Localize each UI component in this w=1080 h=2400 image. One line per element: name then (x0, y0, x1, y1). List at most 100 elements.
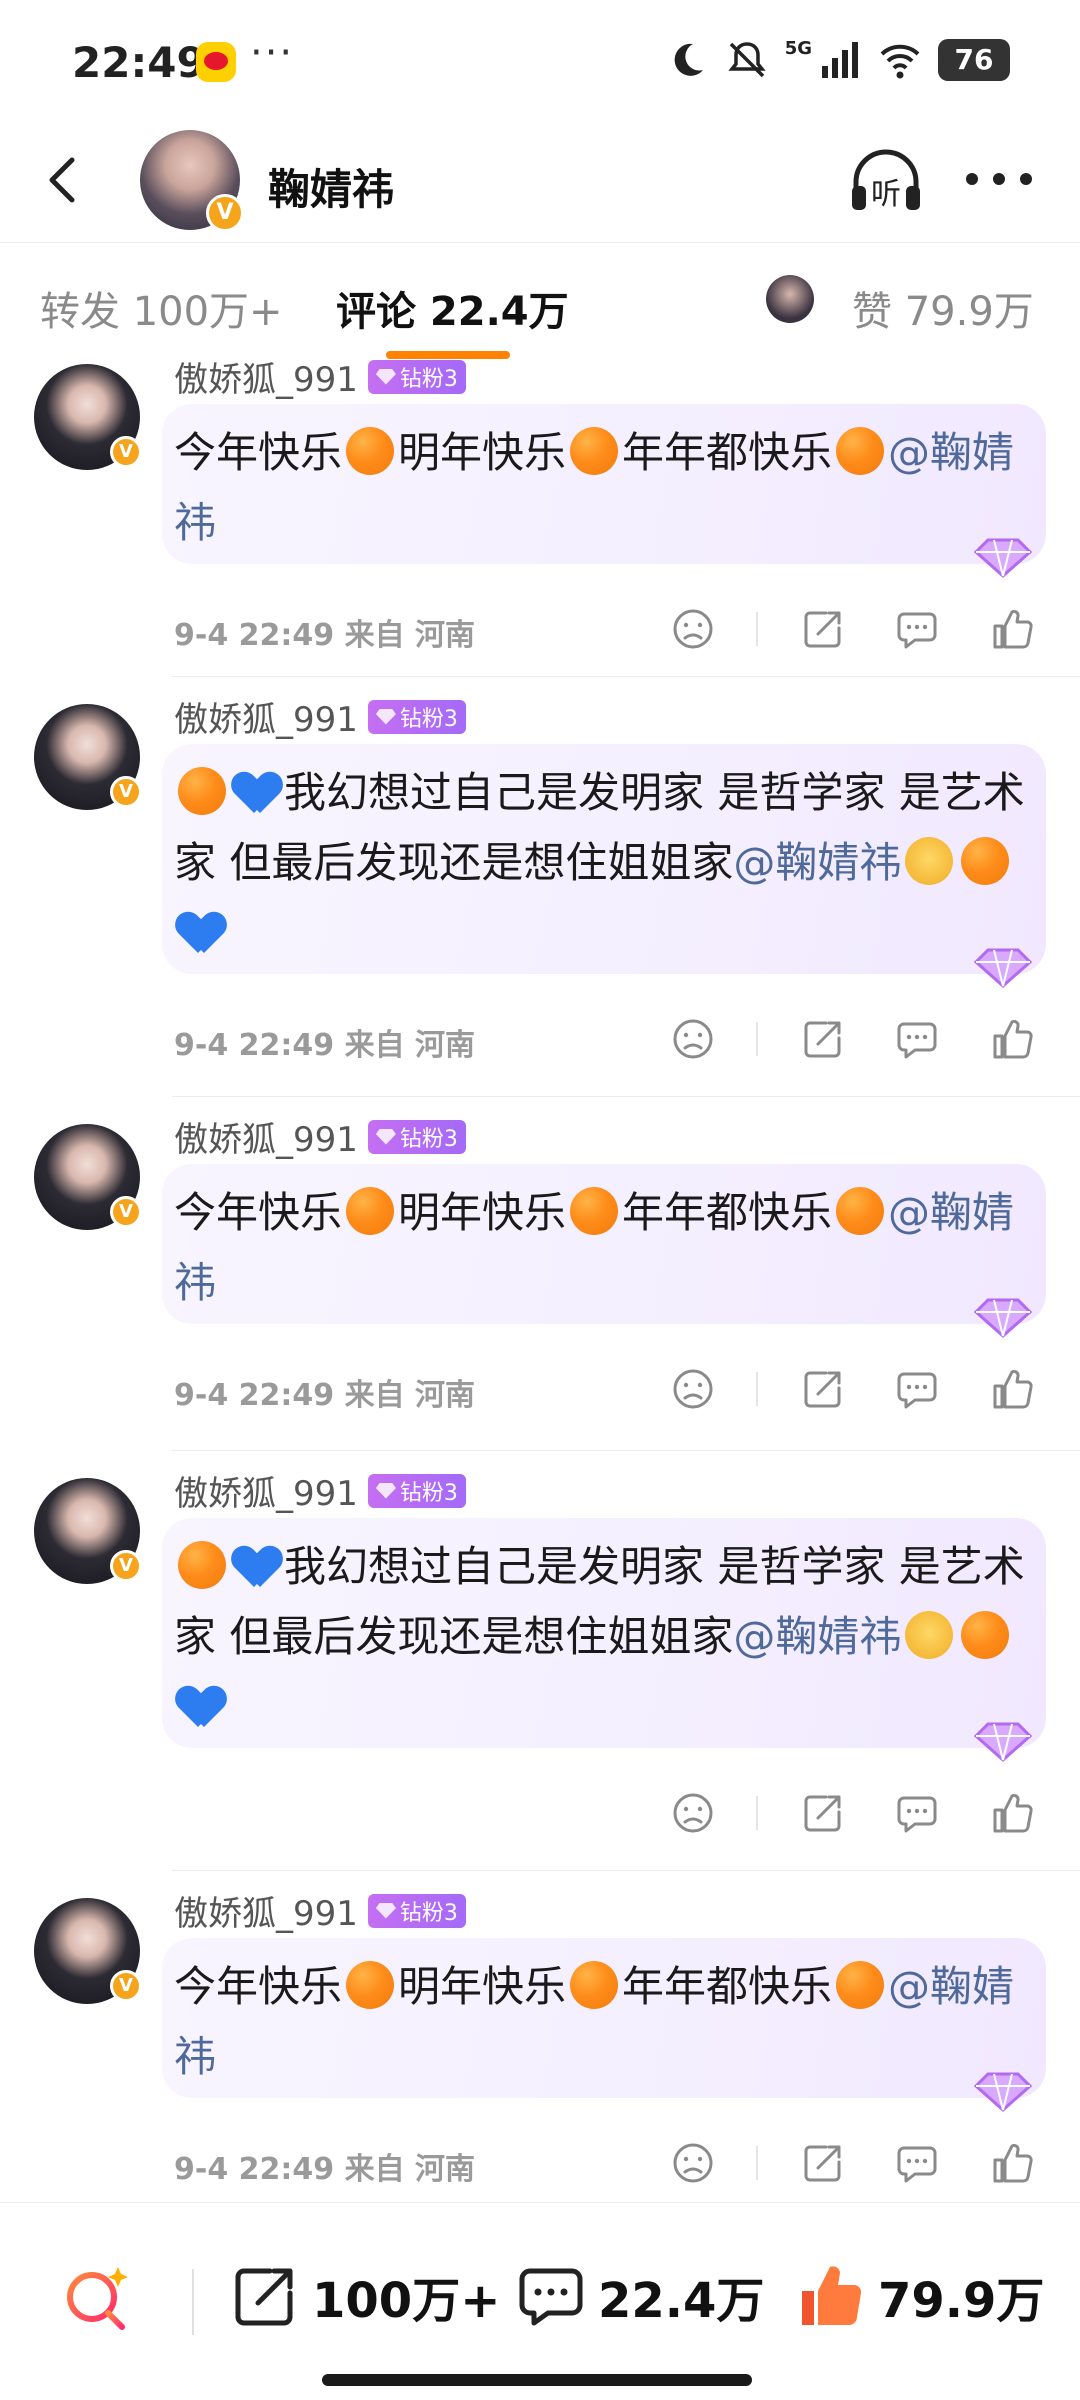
comment-meta: 9-4 22:49 来自 河南 (174, 618, 476, 653)
reply-icon[interactable] (894, 1016, 940, 1062)
comment-actions (668, 1790, 1048, 1840)
fan-badge: 钻粉3 (367, 699, 466, 734)
like-icon[interactable] (990, 2140, 1036, 2186)
comment-actions (668, 1016, 1048, 1066)
like-button[interactable]: 79.9万 (796, 2261, 1044, 2331)
fan-badge: 钻粉3 (367, 1119, 466, 1154)
fan-badge: 钻粉3 (367, 1473, 466, 1508)
tab-like[interactable]: 赞 79.9万 (852, 279, 1034, 337)
avatar[interactable]: V (34, 1478, 142, 1584)
back-icon[interactable] (34, 150, 94, 210)
comment-user[interactable]: 傲娇狐_991 钻粉3 (174, 352, 466, 401)
comment-text: 年年都快乐 (622, 1962, 833, 2011)
tab-bar: 转发 100万+ 评论 22.4万 赞 79.9万 (0, 242, 1080, 364)
comment-bubble: 今年快乐 明年快乐 年年都快乐 @鞠婧祎 (162, 1938, 1046, 2112)
share-icon[interactable] (800, 2140, 846, 2186)
mention-link[interactable]: @鞠婧祎 (733, 1612, 901, 1661)
status-more: ··· (250, 30, 295, 76)
comment-user[interactable]: 傲娇狐_991 钻粉3 (174, 1112, 466, 1161)
repost-icon (235, 2268, 293, 2326)
verified-icon: V (110, 1196, 142, 1228)
like-avatar (766, 275, 814, 323)
dislike-icon[interactable] (670, 1366, 716, 1412)
post-header: V 鞠婧祎 听 (0, 120, 1080, 242)
avatar[interactable]: V (34, 364, 142, 470)
comment-actions (668, 1366, 1048, 1416)
share-icon[interactable] (800, 1790, 846, 1836)
like-count: 79.9万 (878, 2273, 1045, 2329)
comment-text: 年年都快乐 (622, 1188, 833, 1237)
username[interactable]: 傲娇狐_991 (174, 352, 358, 401)
comment-actions (668, 606, 1048, 656)
reply-icon[interactable] (894, 606, 940, 652)
orange-emoji-icon (570, 1187, 619, 1235)
reply-icon[interactable] (894, 1366, 940, 1412)
share-icon[interactable] (800, 1366, 846, 1412)
more-icon[interactable] (964, 164, 1034, 194)
pleading-face-emoji-icon (905, 1611, 954, 1659)
fan-badge-label: 钻粉3 (399, 706, 458, 732)
share-icon[interactable] (800, 1016, 846, 1062)
diamond-decoration-icon (974, 538, 1032, 578)
reply-icon[interactable] (894, 1790, 940, 1836)
avatar[interactable]: V (34, 1898, 142, 2004)
comment-user[interactable]: 傲娇狐_991 钻粉3 (174, 692, 466, 741)
username[interactable]: 傲娇狐_991 (174, 1886, 358, 1935)
fan-badge-label: 钻粉3 (399, 1126, 458, 1152)
action-divider (756, 1022, 758, 1056)
reply-icon[interactable] (894, 2140, 940, 2186)
comment-bubble: 我幻想过自己是发明家 是哲学家 是艺术家 但最后发现还是想住姐姐家@鞠婧祎 (162, 744, 1046, 988)
comment-divider (172, 1870, 1080, 1871)
dislike-icon[interactable] (670, 2140, 716, 2186)
comment-user[interactable]: 傲娇狐_991 钻粉3 (174, 1466, 466, 1515)
like-icon[interactable] (990, 1016, 1036, 1062)
pleading-face-emoji-icon (905, 837, 954, 885)
comment-divider (172, 1096, 1080, 1097)
avatar[interactable]: V (140, 130, 244, 232)
comment-icon (519, 2268, 583, 2326)
like-icon[interactable] (990, 1790, 1036, 1836)
username[interactable]: 傲娇狐_991 (174, 692, 358, 741)
comment-user[interactable]: 傲娇狐_991 钻粉3 (174, 1886, 466, 1935)
comment-bubble: 今年快乐 明年快乐 年年都快乐 @鞠婧祎 (162, 404, 1046, 578)
comment-button[interactable]: 22.4万 (516, 2261, 764, 2331)
orange-emoji-icon (961, 1611, 1010, 1659)
repost-button[interactable]: 100万+ (230, 2261, 500, 2331)
comment-bubble: 今年快乐 明年快乐 年年都快乐 @鞠婧祎 (162, 1164, 1046, 1338)
avatar[interactable]: V (34, 704, 142, 810)
mention-link[interactable]: @鞠婧祎 (733, 838, 901, 887)
orange-emoji-icon (570, 427, 619, 475)
like-icon[interactable] (990, 606, 1036, 652)
moon-icon (674, 43, 703, 76)
verified-icon: V (110, 436, 142, 468)
battery-level: 76 (938, 39, 1010, 81)
tab-repost[interactable]: 转发 100万+ (40, 279, 283, 337)
comment-bubble: 我幻想过自己是发明家 是哲学家 是艺术家 但最后发现还是想住姐姐家@鞠婧祎 (162, 1518, 1046, 1762)
search-icon[interactable] (60, 2263, 134, 2337)
comment-divider (172, 1450, 1080, 1451)
share-icon[interactable] (800, 606, 846, 652)
blue-heart-emoji-icon (234, 1547, 280, 1589)
fan-badge: 钻粉3 (367, 359, 466, 394)
orange-emoji-icon (178, 767, 226, 815)
avatar[interactable]: V (34, 1124, 142, 1230)
listen-icon[interactable]: 听 (848, 146, 924, 216)
orange-emoji-icon (961, 837, 1010, 885)
tab-comment[interactable]: 评论 22.4万 (336, 279, 569, 337)
orange-emoji-icon (178, 1541, 226, 1589)
thumb-icon (802, 2266, 862, 2325)
orange-emoji-icon (346, 1961, 395, 2009)
dislike-icon[interactable] (670, 1790, 716, 1836)
network-type: 5G (784, 37, 812, 59)
like-icon[interactable] (990, 1366, 1036, 1412)
page-title[interactable]: 鞠婧祎 (268, 156, 394, 217)
username[interactable]: 傲娇狐_991 (174, 1112, 358, 1161)
orange-emoji-icon (836, 1187, 885, 1235)
dislike-icon[interactable] (670, 1016, 716, 1062)
comment-text: 明年快乐 (398, 1962, 567, 2011)
repost-count: 100万+ (312, 2273, 501, 2329)
username[interactable]: 傲娇狐_991 (174, 1466, 358, 1515)
diamond-icon (375, 708, 396, 725)
dislike-icon[interactable] (670, 606, 716, 652)
comment-divider (172, 676, 1080, 677)
